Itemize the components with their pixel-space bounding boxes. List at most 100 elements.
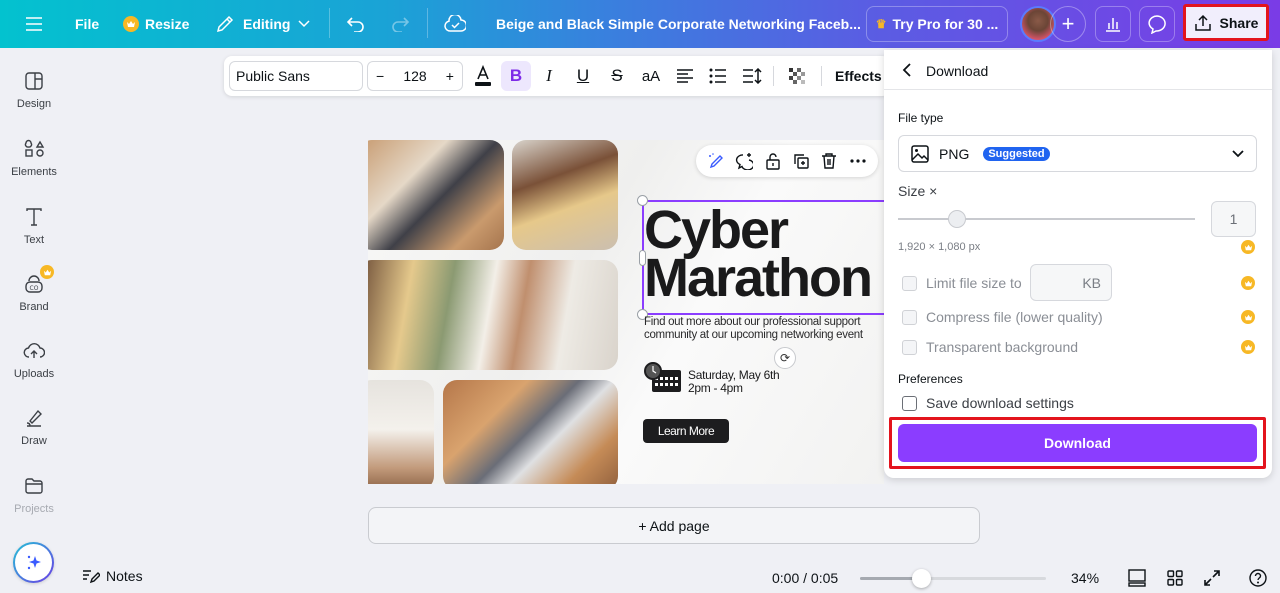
italic-button[interactable]: I <box>534 61 564 91</box>
photo-woman-whiteboard[interactable] <box>368 380 434 484</box>
sidebar-item-projects[interactable]: Projects <box>0 475 68 515</box>
lock-button[interactable] <box>763 151 783 171</box>
sidebar-item-elements[interactable]: Elements <box>0 138 68 178</box>
draw-icon <box>26 409 42 427</box>
sidebar-item-design[interactable]: Design <box>0 70 68 110</box>
top-bar: File Resize Editing Beige and Black Simp… <box>0 0 1280 48</box>
notes-button[interactable]: Notes <box>82 568 143 584</box>
list-button[interactable] <box>703 61 733 91</box>
try-pro-button[interactable]: ♛ Try Pro for 30 ... <box>866 6 1008 42</box>
share-button[interactable]: Share <box>1183 4 1269 41</box>
italic-icon: I <box>546 66 552 85</box>
file-size-kb-input[interactable]: KB <box>1030 264 1112 301</box>
sidebar-label: Brand <box>19 301 49 313</box>
text-color-button[interactable] <box>468 61 498 91</box>
sidebar-label: Draw <box>21 435 47 447</box>
subtitle-text[interactable]: Find out more about our professional sup… <box>644 316 863 342</box>
magic-pencil-icon <box>709 153 724 169</box>
pro-crown-icon <box>1241 240 1255 254</box>
grid-view-button[interactable] <box>1165 568 1185 588</box>
sidebar-item-draw[interactable]: Draw <box>0 407 68 447</box>
compress-file-checkbox[interactable] <box>902 309 917 325</box>
redo-icon <box>392 17 410 32</box>
size-label: Size × <box>898 183 938 199</box>
main-menu-button[interactable] <box>25 0 43 48</box>
zoom-slider-thumb[interactable] <box>912 569 932 588</box>
undo-button[interactable] <box>346 0 366 48</box>
photo-desk-laptop[interactable] <box>443 380 618 484</box>
chevron-down-icon <box>298 20 310 28</box>
underline-button[interactable]: U <box>568 61 598 91</box>
resize-button[interactable]: Resize <box>123 0 189 48</box>
letter-case-button[interactable]: aA <box>636 61 666 91</box>
headline-text[interactable]: Cyber Marathon <box>644 203 873 305</box>
crown-icon: ♛ <box>875 17 887 31</box>
magic-assistant-button[interactable] <box>13 542 54 583</box>
strikethrough-button[interactable]: S <box>602 61 632 91</box>
more-options-button[interactable] <box>848 151 868 171</box>
suggested-badge: Suggested <box>983 146 1050 161</box>
zoom-level[interactable]: 34% <box>1071 570 1099 586</box>
trash-icon <box>822 153 837 169</box>
delete-button[interactable] <box>819 151 839 171</box>
font-size-input[interactable]: 128 <box>403 68 426 84</box>
more-icon <box>850 159 866 163</box>
size-slider[interactable] <box>898 218 1195 220</box>
design-canvas[interactable]: Cyber Marathon Find out more about our p… <box>368 140 884 484</box>
compress-file-option[interactable]: Compress file (lower quality) <box>902 309 1103 325</box>
sidebar-label: Text <box>23 234 45 246</box>
grid-icon <box>1167 570 1183 586</box>
preferences-label: Preferences <box>898 372 963 386</box>
design-title[interactable]: Beige and Black Simple Corporate Network… <box>496 0 861 48</box>
pencil-icon <box>216 15 234 33</box>
photo-laptop-tablet[interactable] <box>368 140 504 250</box>
duplicate-button[interactable] <box>791 151 811 171</box>
spacing-button[interactable] <box>737 61 767 91</box>
output-dimensions: 1,920 × 1,080 px <box>898 241 981 253</box>
size-slider-thumb[interactable] <box>948 210 967 228</box>
font-family-select[interactable]: Public Sans <box>229 61 363 91</box>
comments-button[interactable] <box>1139 6 1175 42</box>
photo-team-meeting[interactable] <box>368 260 618 370</box>
transparent-background-option[interactable]: Transparent background <box>902 339 1078 355</box>
back-button[interactable] <box>898 61 916 79</box>
sidebar-item-brand[interactable]: CO Brand <box>0 265 68 313</box>
zoom-slider[interactable] <box>860 569 1046 588</box>
save-download-settings-checkbox[interactable] <box>902 395 917 411</box>
file-menu-button[interactable]: File <box>75 0 99 48</box>
bold-button[interactable]: B <box>501 61 531 91</box>
magic-edit-button[interactable] <box>706 151 726 171</box>
decrease-font-size-button[interactable]: − <box>376 68 384 84</box>
invite-collaborator-button[interactable]: + <box>1050 6 1086 42</box>
page-view-button[interactable] <box>1127 568 1147 588</box>
sidebar-item-uploads[interactable]: Uploads <box>0 340 68 380</box>
transparent-background-checkbox[interactable] <box>902 339 917 355</box>
filmstrip-icon <box>1128 569 1146 587</box>
align-button[interactable] <box>670 61 700 91</box>
size-multiplier-input[interactable]: 1 <box>1211 201 1256 237</box>
file-type-dropdown[interactable]: PNG Suggested <box>898 135 1257 172</box>
bold-icon: B <box>509 66 523 85</box>
add-page-button[interactable]: + Add page <box>368 507 980 544</box>
download-button[interactable]: Download <box>898 424 1257 462</box>
rotate-icon: ⟳ <box>779 351 791 365</box>
sidebar-item-text[interactable]: Text <box>0 206 68 246</box>
editing-label: Editing <box>243 16 291 32</box>
limit-file-size-option[interactable]: Limit file size to <box>902 275 1022 291</box>
cloud-save-status[interactable] <box>444 0 466 48</box>
add-comment-button[interactable] <box>734 151 754 171</box>
redo-button[interactable] <box>390 0 410 48</box>
help-button[interactable] <box>1248 568 1268 588</box>
editing-mode-dropdown[interactable]: Editing <box>215 0 310 48</box>
fullscreen-button[interactable] <box>1202 568 1222 588</box>
transparency-button[interactable] <box>782 61 812 91</box>
photo-smiling-man[interactable] <box>512 140 618 250</box>
effects-button[interactable]: Effects <box>835 56 882 96</box>
rotate-handle[interactable]: ⟳ <box>774 347 796 369</box>
save-download-settings-option[interactable]: Save download settings <box>902 395 1074 411</box>
limit-file-size-checkbox[interactable] <box>902 275 917 291</box>
insights-button[interactable] <box>1095 6 1131 42</box>
learn-more-element[interactable]: Learn More <box>643 419 729 443</box>
increase-font-size-button[interactable]: + <box>446 68 454 84</box>
event-details[interactable]: Saturday, May 6th 2pm - 4pm <box>688 369 780 395</box>
